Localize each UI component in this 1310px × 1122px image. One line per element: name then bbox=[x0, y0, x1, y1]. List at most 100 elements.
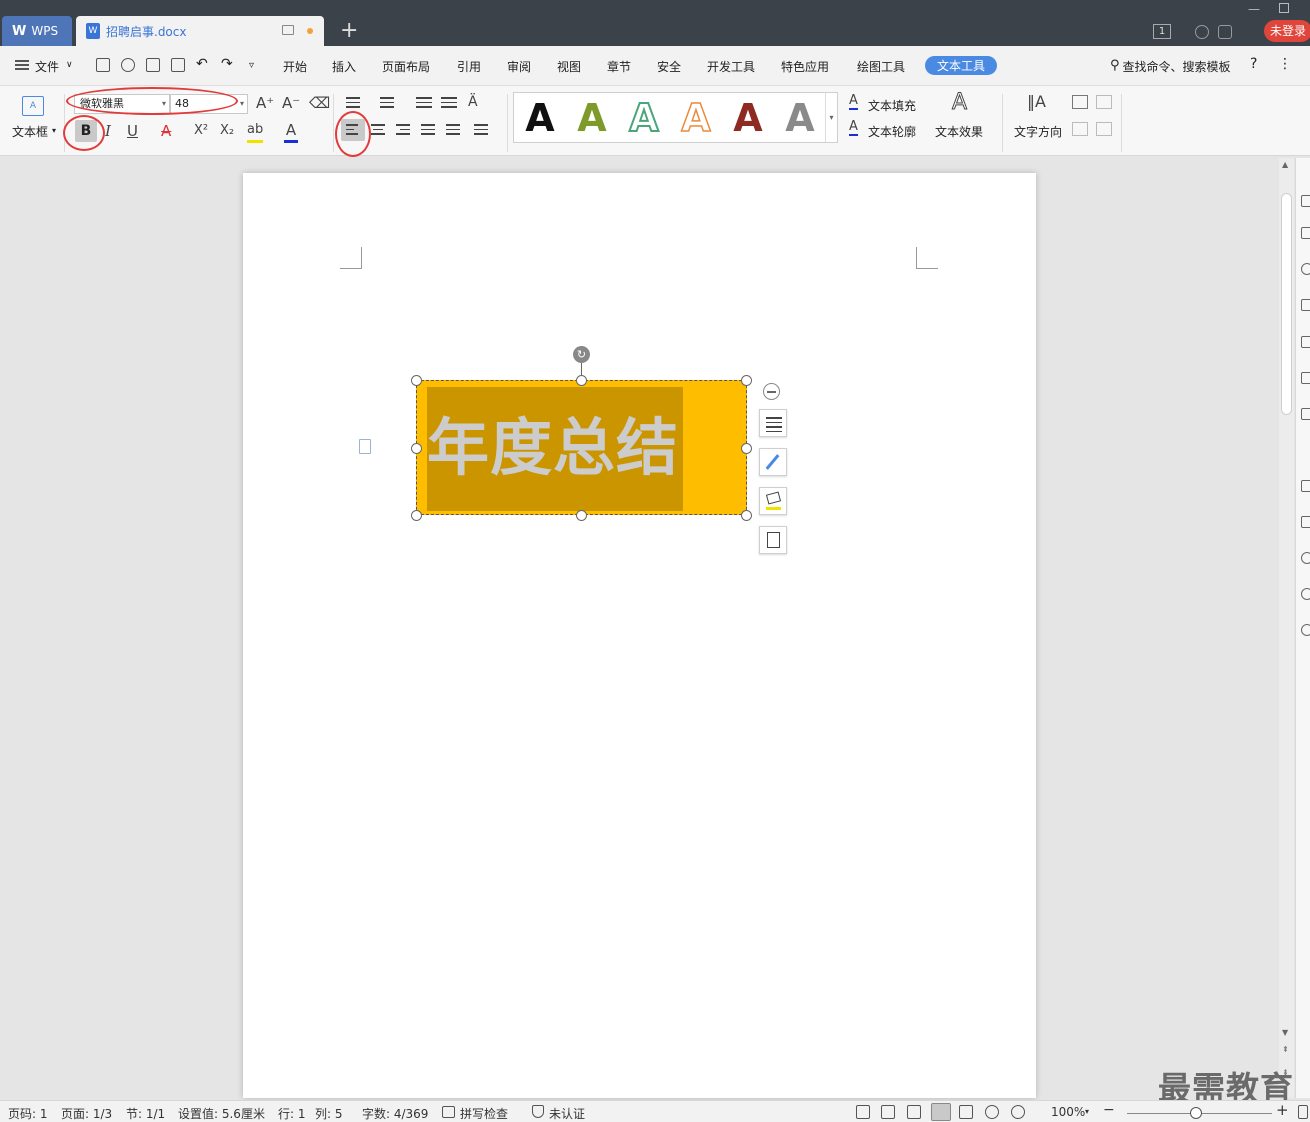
text-style-black[interactable]: A bbox=[522, 98, 558, 138]
minimize-icon[interactable]: — bbox=[1248, 2, 1260, 16]
login-button[interactable]: 未登录 bbox=[1264, 20, 1310, 42]
redo-icon[interactable]: ↷ bbox=[221, 56, 233, 72]
fit-page-icon[interactable] bbox=[1298, 1105, 1308, 1119]
zoom-dropdown-icon[interactable]: ▾ bbox=[1085, 1107, 1089, 1116]
file-menu-chevron-icon[interactable]: ∨ bbox=[66, 60, 73, 70]
align-right-icon[interactable] bbox=[396, 121, 410, 138]
menu-view[interactable]: 视图 bbox=[557, 58, 581, 75]
help-icon[interactable]: ? bbox=[1250, 56, 1257, 72]
panel-star-icon[interactable] bbox=[1301, 372, 1310, 384]
numbered-list-icon[interactable] bbox=[380, 94, 394, 111]
decrease-indent-icon[interactable] bbox=[416, 94, 432, 111]
text-effect-button[interactable]: 文本效果 bbox=[935, 123, 983, 140]
next-textbox-icon[interactable] bbox=[1096, 122, 1112, 136]
layout-options-button[interactable] bbox=[759, 409, 787, 437]
gallery-more-icon[interactable]: ▾ bbox=[825, 93, 837, 142]
textframe-icon[interactable]: A bbox=[22, 96, 44, 116]
menu-drawing-tools[interactable]: 绘图工具 bbox=[857, 58, 905, 75]
eye-protection-icon[interactable] bbox=[1011, 1105, 1025, 1119]
file-menu[interactable]: 文件 bbox=[35, 58, 59, 75]
menu-start[interactable]: 开始 bbox=[283, 58, 307, 75]
rotate-handle-icon[interactable]: ↻ bbox=[573, 346, 590, 363]
menu-special-apps[interactable]: 特色应用 bbox=[781, 58, 829, 75]
quick-access-dropdown-icon[interactable]: ▿ bbox=[249, 60, 254, 71]
outline-button[interactable] bbox=[759, 526, 787, 554]
web-view-icon[interactable] bbox=[985, 1105, 999, 1119]
status-setting-value[interactable]: 设置值: 5.6厘米 bbox=[178, 1105, 265, 1122]
panel-history-icon[interactable] bbox=[1301, 588, 1310, 600]
format-painter-icon[interactable] bbox=[121, 58, 135, 72]
panel-image-icon[interactable] bbox=[1301, 516, 1310, 528]
align-center-icon[interactable] bbox=[371, 121, 385, 138]
italic-button[interactable]: I bbox=[105, 121, 111, 141]
menu-chapter[interactable]: 章节 bbox=[607, 58, 631, 75]
justify-icon[interactable] bbox=[421, 121, 435, 138]
clear-format-icon[interactable]: ⌫ bbox=[309, 93, 330, 113]
prev-textbox-icon[interactable] bbox=[1072, 122, 1088, 136]
zoom-in-button[interactable]: + bbox=[1276, 1101, 1289, 1119]
zoom-level[interactable]: 100% bbox=[1051, 1105, 1085, 1119]
skin-icon[interactable] bbox=[1195, 25, 1209, 39]
menu-review[interactable]: 审阅 bbox=[507, 58, 531, 75]
menu-references[interactable]: 引用 bbox=[457, 58, 481, 75]
more-options-icon[interactable]: ⋮ bbox=[1278, 56, 1292, 72]
window-count-badge[interactable]: 1 bbox=[1153, 24, 1171, 39]
zoom-out-button[interactable]: − bbox=[1103, 1102, 1115, 1118]
textframe-dropdown-icon[interactable]: ▾ bbox=[52, 126, 56, 135]
text-box[interactable]: 年度总结 bbox=[416, 380, 747, 515]
shrink-font-icon[interactable]: A⁻ bbox=[282, 93, 300, 113]
edit-mode-icon[interactable] bbox=[907, 1105, 921, 1119]
text-direction-button[interactable]: 文字方向 bbox=[1014, 123, 1062, 140]
char-spacing-icon[interactable]: Ä bbox=[468, 92, 478, 112]
undo-icon[interactable]: ↶ bbox=[196, 56, 208, 72]
resize-handle-w[interactable] bbox=[411, 443, 422, 454]
resize-handle-sw[interactable] bbox=[411, 510, 422, 521]
new-tab-button[interactable]: + bbox=[340, 18, 358, 44]
status-page-number[interactable]: 页码: 1 bbox=[8, 1105, 48, 1122]
text-fill-button[interactable]: 文本填充 bbox=[868, 97, 916, 114]
panel-doc-icon[interactable] bbox=[1301, 336, 1310, 348]
subscript-button[interactable]: X₂ bbox=[220, 121, 234, 141]
menu-insert[interactable]: 插入 bbox=[332, 58, 356, 75]
scrollbar-thumb[interactable] bbox=[1281, 193, 1292, 415]
line-spacing-icon[interactable] bbox=[474, 121, 488, 138]
prev-page-icon[interactable]: ⇞ bbox=[1282, 1045, 1289, 1054]
status-word-count[interactable]: 字数: 4/369 bbox=[362, 1105, 428, 1122]
bullet-list-icon[interactable] bbox=[346, 94, 360, 111]
panel-cursor-icon[interactable] bbox=[1301, 195, 1310, 207]
zoom-slider-thumb[interactable] bbox=[1190, 1107, 1202, 1119]
command-search[interactable]: ⚲ 查找命令、搜索模板 bbox=[1110, 58, 1231, 75]
menu-developer[interactable]: 开发工具 bbox=[707, 58, 755, 75]
distributed-icon[interactable] bbox=[446, 121, 460, 138]
font-color-button[interactable]: A bbox=[284, 120, 298, 143]
fullscreen-icon[interactable] bbox=[856, 1105, 870, 1119]
monitor-icon[interactable] bbox=[282, 25, 294, 35]
text-style-green[interactable]: A bbox=[574, 98, 610, 138]
status-pages[interactable]: 页面: 1/3 bbox=[61, 1105, 112, 1122]
scroll-down-icon[interactable]: ▼ bbox=[1282, 1028, 1288, 1037]
text-style-orange-outline[interactable]: A bbox=[678, 97, 714, 139]
document-page[interactable] bbox=[243, 173, 1036, 1098]
resize-handle-e[interactable] bbox=[741, 443, 752, 454]
panel-settings-icon[interactable] bbox=[1301, 299, 1310, 311]
print-preview-icon[interactable] bbox=[171, 58, 185, 72]
document-tab[interactable]: W 招聘启事.docx bbox=[76, 16, 324, 46]
resize-handle-nw[interactable] bbox=[411, 375, 422, 386]
text-box-content[interactable]: 年度总结 bbox=[427, 393, 679, 503]
resize-handle-se[interactable] bbox=[741, 510, 752, 521]
certification-status[interactable]: 未认证 bbox=[549, 1105, 585, 1122]
text-style-darkred[interactable]: A bbox=[730, 98, 766, 138]
scroll-up-icon[interactable]: ▲ bbox=[1282, 160, 1288, 169]
fill-button[interactable] bbox=[759, 487, 787, 515]
strikethrough-button[interactable]: A bbox=[161, 121, 171, 141]
reading-mode-icon[interactable] bbox=[881, 1105, 895, 1119]
textframe-button[interactable]: 文本框 bbox=[12, 123, 48, 140]
resize-handle-ne[interactable] bbox=[741, 375, 752, 386]
spell-check-button[interactable]: 拼写检查 bbox=[460, 1105, 508, 1122]
maximize-icon[interactable] bbox=[1279, 3, 1289, 13]
increase-indent-icon[interactable] bbox=[441, 94, 457, 111]
wps-home-tab[interactable]: W WPS bbox=[2, 16, 72, 46]
panel-select-icon[interactable] bbox=[1301, 227, 1310, 239]
textbox-unlink-icon[interactable] bbox=[1096, 95, 1112, 109]
menu-text-tools[interactable]: 文本工具 bbox=[925, 56, 998, 75]
